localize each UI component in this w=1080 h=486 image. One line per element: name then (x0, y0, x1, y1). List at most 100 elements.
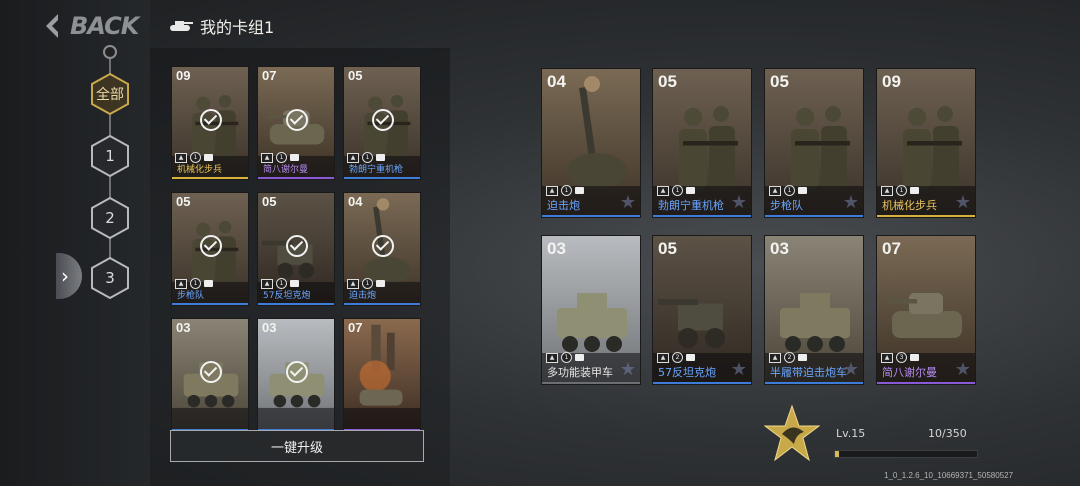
star-watermark-icon: ★ (954, 359, 971, 380)
unit-type-icon: ▲ (175, 278, 187, 289)
flag-icon (204, 280, 213, 287)
chevron-right-icon: › (61, 264, 69, 288)
deck-card[interactable]: 04 ▲ 1 迫击炮 ★ (541, 68, 641, 218)
rarity-bar (542, 382, 640, 384)
flag-icon (575, 187, 584, 194)
card-name: 57反坦克炮 (263, 291, 311, 301)
collection-card[interactable]: 05 ▲ 1 57反坦克炮 (257, 192, 335, 306)
level-label: Lv.15 (836, 427, 866, 440)
deck-card[interactable]: 09 ▲ 1 机械化步兵 ★ (876, 68, 976, 218)
selected-check-icon (286, 235, 308, 257)
collection-card[interactable]: 07 (343, 318, 421, 432)
unit-type-icon: ▲ (347, 152, 359, 163)
selected-check-icon (200, 109, 222, 131)
filter-cost-2[interactable]: 2 (88, 196, 132, 240)
card-cost: 07 (262, 68, 277, 83)
flag-icon (910, 187, 919, 194)
stat-count-icon: 1 (190, 152, 201, 163)
unit-type-icon: ▲ (881, 185, 893, 196)
card-cost: 09 (176, 68, 191, 83)
deck-title: 我的卡组1 (200, 18, 275, 37)
rarity-bar (258, 303, 334, 305)
card-stat-icons: ▲ 1 (261, 278, 299, 289)
stat-count-icon: 1 (276, 152, 287, 163)
card-cost: 07 (348, 320, 363, 335)
card-cost: 05 (348, 68, 363, 83)
back-label: BACK (70, 12, 139, 40)
deck-card[interactable]: 05 ▲ 1 步枪队 ★ (764, 68, 864, 218)
collection-card[interactable]: 04 ▲ 1 迫击炮 (343, 192, 421, 306)
star-watermark-icon: ★ (619, 359, 636, 380)
filter-label: 1 (105, 147, 115, 165)
card-stat-icons: ▲ 1 (657, 185, 695, 196)
card-stat-icons: ▲ 2 (769, 352, 807, 363)
rarity-bar (877, 215, 975, 217)
card-cost: 05 (658, 239, 677, 258)
upgrade-all-button[interactable]: 一键升级 (170, 430, 424, 462)
card-name: 简八谢尔曼 (263, 165, 309, 175)
unit-type-icon: ▲ (546, 352, 558, 363)
card-stat-icons: ▲ 1 (546, 352, 584, 363)
flag-icon (290, 154, 299, 161)
flag-icon (686, 354, 695, 361)
selected-check-icon (286, 361, 308, 383)
xp-progress-bar (834, 450, 978, 458)
stat-count-icon: 2 (784, 352, 795, 363)
filter-cost-all[interactable]: 全部 (88, 72, 132, 116)
card-stat-icons: ▲ 1 (175, 278, 213, 289)
card-cost: 03 (262, 320, 277, 335)
rarity-bar (877, 382, 975, 384)
stat-count-icon: 1 (784, 185, 795, 196)
collection-card[interactable]: 03 (257, 318, 335, 432)
deck-card[interactable]: 05 ▲ 2 57反坦克炮 ★ (652, 235, 752, 385)
selected-check-icon (200, 361, 222, 383)
filter-cost-1[interactable]: 1 (88, 134, 132, 178)
deck-card[interactable]: 05 ▲ 1 勃朗宁重机枪 ★ (652, 68, 752, 218)
card-stat-icons: ▲ 3 (881, 352, 919, 363)
xp-counter: 10/350 (928, 427, 967, 440)
unit-type-icon: ▲ (261, 278, 273, 289)
rarity-bar (542, 215, 640, 217)
card-name: 步枪队 (177, 291, 205, 301)
rarity-bar (172, 303, 248, 305)
card-stat-icons: ▲ 1 (546, 185, 584, 196)
flag-icon (290, 280, 299, 287)
card-stat-icons: ▲ 2 (657, 352, 695, 363)
card-cost: 05 (262, 194, 277, 209)
card-cost: 07 (882, 239, 901, 258)
unit-type-icon: ▲ (769, 185, 781, 196)
deck-card[interactable]: 03 ▲ 2 半履带迫击炮车 ★ (764, 235, 864, 385)
unit-type-icon: ▲ (881, 352, 893, 363)
deck-card[interactable]: 07 ▲ 3 简八谢尔曼 ★ (876, 235, 976, 385)
unit-type-icon: ▲ (657, 352, 669, 363)
flag-icon (686, 187, 695, 194)
filter-label: 全部 (96, 87, 124, 103)
card-name: 机械化步兵 (177, 165, 223, 175)
card-name: 迫击炮 (349, 291, 377, 301)
collection-card[interactable]: 05 ▲ 1 步枪队 (171, 192, 249, 306)
unit-type-icon: ▲ (347, 278, 359, 289)
unit-type-icon: ▲ (546, 185, 558, 196)
stat-count-icon: 3 (896, 352, 907, 363)
collection-card[interactable]: 05 ▲ 1 勃朗宁重机枪 (343, 66, 421, 180)
unit-type-icon: ▲ (769, 352, 781, 363)
filter-cost-3[interactable]: 3 (88, 256, 132, 300)
unit-type-icon: ▲ (657, 185, 669, 196)
star-watermark-icon: ★ (842, 359, 859, 380)
rarity-bar (653, 382, 751, 384)
card-cost: 04 (348, 194, 363, 209)
stat-count-icon: 2 (672, 352, 683, 363)
tank-icon (170, 21, 193, 31)
rarity-bar (765, 382, 863, 384)
deck-card[interactable]: 03 ▲ 1 多功能装甲车 ★ (541, 235, 641, 385)
stat-count-icon: 1 (362, 278, 373, 289)
rarity-bar (172, 177, 248, 179)
rarity-bar (344, 303, 420, 305)
back-button[interactable]: BACK (42, 10, 139, 42)
collection-card[interactable]: 09 ▲ 1 机械化步兵 (171, 66, 249, 180)
stat-count-icon: 1 (672, 185, 683, 196)
collection-card[interactable]: 07 ▲ 1 简八谢尔曼 (257, 66, 335, 180)
flag-icon (575, 354, 584, 361)
card-cost: 04 (547, 72, 566, 91)
collection-card[interactable]: 03 (171, 318, 249, 432)
